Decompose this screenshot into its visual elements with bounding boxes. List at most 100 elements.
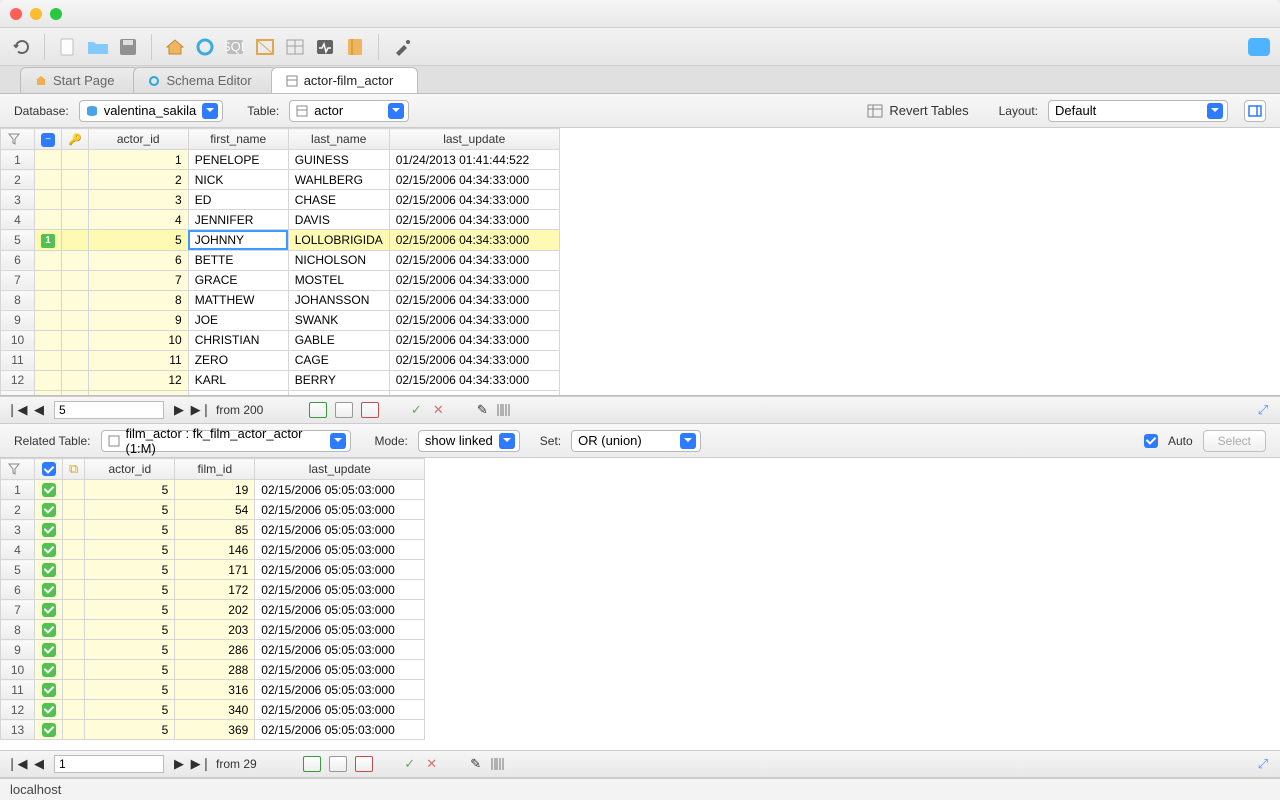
check-cell[interactable] [35,500,63,520]
filter-icon[interactable] [7,462,21,476]
select-button[interactable]: Select [1203,430,1266,452]
cell[interactable]: ED [188,190,288,210]
database-select[interactable]: valentina_sakila [79,100,224,122]
cell[interactable]: 172 [175,580,255,600]
next-record-button[interactable]: ▶ [172,403,186,417]
cell[interactable]: MATTHEW [188,290,288,310]
sql-icon[interactable]: SQL [224,36,246,58]
check-cell[interactable] [35,660,63,680]
cell[interactable]: 02/15/2006 05:05:03:000 [255,640,425,660]
table-icon[interactable] [284,36,306,58]
cell[interactable]: 288 [175,660,255,680]
cell[interactable]: 02/15/2006 05:05:03:000 [255,580,425,600]
table-row[interactable]: 11PENELOPEGUINESS01/24/2013 01:41:44:522 [1,150,560,170]
check-cell[interactable] [35,580,63,600]
cell[interactable]: 02/15/2006 04:34:33:000 [389,310,559,330]
cell[interactable]: 3 [88,190,188,210]
filter-icon[interactable] [7,132,21,146]
cell[interactable]: 02/15/2006 04:34:33:000 [389,350,559,370]
window-close-button[interactable] [10,8,22,20]
undo-icon[interactable] [10,36,32,58]
cell[interactable]: 202 [175,600,255,620]
schema-icon[interactable] [194,36,216,58]
last-record-button[interactable]: ▶❘ [194,757,208,771]
cell[interactable]: 02/15/2006 04:34:33:000 [389,230,559,251]
table-row[interactable]: 1313UMAWOOD02/15/2006 04:34:33:000 [1,390,560,396]
cell[interactable]: 5 [85,620,175,640]
cell[interactable]: WOOD [288,390,389,396]
check-cell[interactable] [35,540,63,560]
table-row[interactable]: 9528602/15/2006 05:05:03:000 [1,640,425,660]
commit-button[interactable]: ✓ [409,403,423,417]
cell[interactable]: 12 [88,370,188,390]
cell[interactable]: 7 [88,270,188,290]
cell[interactable]: 02/15/2006 04:34:33:000 [389,330,559,350]
cell[interactable]: 54 [175,500,255,520]
cell[interactable]: 02/15/2006 05:05:03:000 [255,720,425,740]
table-row[interactable]: 99JOESWANK02/15/2006 04:34:33:000 [1,310,560,330]
cell[interactable]: WAHLBERG [288,170,389,190]
cell[interactable]: 4 [88,210,188,230]
cell[interactable]: 02/15/2006 05:05:03:000 [255,540,425,560]
add-row-button[interactable] [303,756,321,772]
record-position-input[interactable] [54,755,164,773]
duplicate-row-button[interactable] [329,756,347,772]
cell[interactable]: 9 [88,310,188,330]
cell[interactable]: CHASE [288,190,389,210]
cell[interactable]: 203 [175,620,255,640]
cell[interactable]: 02/15/2006 05:05:03:000 [255,500,425,520]
cell[interactable]: 02/15/2006 04:34:33:000 [389,210,559,230]
table-row[interactable]: 151902/15/2006 05:05:03:000 [1,480,425,500]
cell[interactable]: 5 [85,560,175,580]
cell[interactable]: 146 [175,540,255,560]
table-row[interactable]: 255402/15/2006 05:05:03:000 [1,500,425,520]
home-icon[interactable] [164,36,186,58]
layout-select[interactable]: Default [1048,100,1228,122]
check-all[interactable] [42,462,56,476]
cell[interactable]: 01/24/2013 01:41:44:522 [389,150,559,170]
cell[interactable]: 85 [175,520,255,540]
cell[interactable]: JOHNNY [188,230,288,251]
tab-actor-film-actor[interactable]: actor-film_actor [271,67,419,93]
table-row[interactable]: 1212KARLBERRY02/15/2006 04:34:33:000 [1,370,560,390]
cell[interactable]: 5 [85,720,175,740]
table-row[interactable]: 358502/15/2006 05:05:03:000 [1,520,425,540]
cell[interactable]: 5 [85,520,175,540]
delete-row-button[interactable] [361,402,379,418]
film-actor-table[interactable]: ⧉actor_idfilm_idlast_update151902/15/200… [0,458,425,740]
cell[interactable]: KARL [188,370,288,390]
check-cell[interactable] [35,720,63,740]
barcode-icon[interactable] [491,757,505,771]
cell[interactable]: 02/15/2006 05:05:03:000 [255,600,425,620]
check-cell[interactable] [35,620,63,640]
cell[interactable]: 5 [85,500,175,520]
cell[interactable]: 5 [85,580,175,600]
cell[interactable]: 5 [85,680,175,700]
cell[interactable]: 8 [88,290,188,310]
cell[interactable]: LOLLOBRIGIDA [288,230,389,251]
cell[interactable]: 02/15/2006 05:05:03:000 [255,620,425,640]
cell[interactable]: ZERO [188,350,288,370]
column-header[interactable]: actor_id [85,459,175,480]
cell[interactable]: 02/15/2006 05:05:03:000 [255,560,425,580]
table-row[interactable]: 12534002/15/2006 05:05:03:000 [1,700,425,720]
cell[interactable]: 02/15/2006 05:05:03:000 [255,680,425,700]
cell[interactable]: 02/15/2006 05:05:03:000 [255,700,425,720]
cell[interactable]: 02/15/2006 05:05:03:000 [255,520,425,540]
record-position-input[interactable] [54,401,164,419]
actor-table[interactable]: −🔑actor_idfirst_namelast_namelast_update… [0,128,560,396]
save-icon[interactable] [117,36,139,58]
table-row[interactable]: 66BETTENICHOLSON02/15/2006 04:34:33:000 [1,250,560,270]
cell[interactable]: 286 [175,640,255,660]
cell[interactable]: 5 [85,600,175,620]
cell[interactable]: 02/15/2006 04:34:33:000 [389,250,559,270]
column-header[interactable]: last_update [389,129,559,150]
cell[interactable]: UMA [188,390,288,396]
cell[interactable]: 5 [85,700,175,720]
window-maximize-button[interactable] [50,8,62,20]
picker-icon[interactable] [391,36,413,58]
cell[interactable]: 5 [85,480,175,500]
check-cell[interactable] [35,560,63,580]
barcode-icon[interactable] [497,403,511,417]
cell[interactable]: JOE [188,310,288,330]
